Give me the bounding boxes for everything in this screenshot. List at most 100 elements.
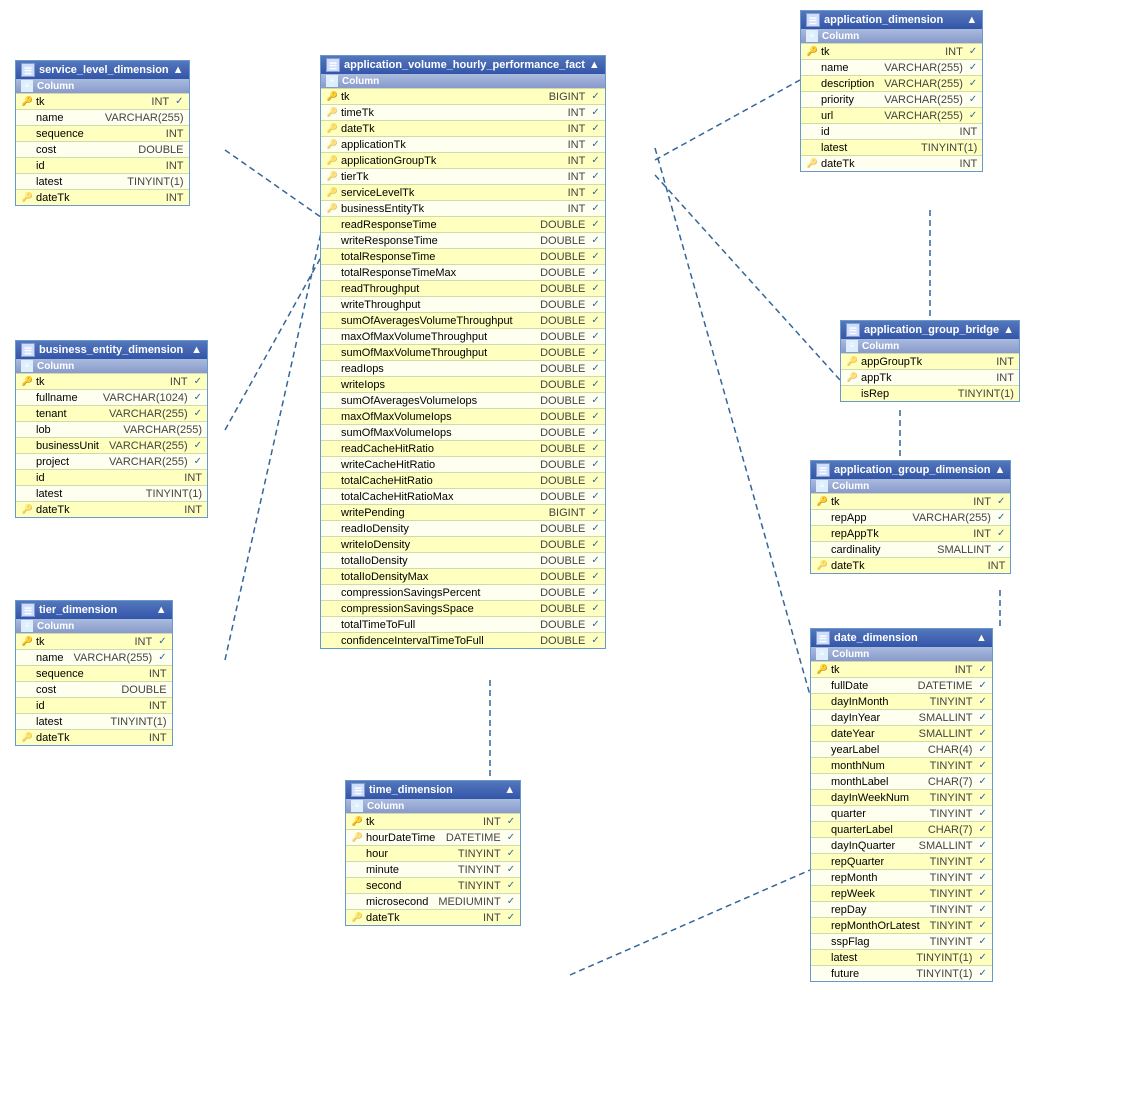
table-row: cardinalitySMALLINT✓ [811,541,1010,557]
column-type: INT [568,155,586,167]
column-section-header: ≡Column [346,799,520,813]
column-name: fullname [36,392,93,404]
column-type: DOUBLE [540,379,585,391]
check-mark-icon: ✓ [978,888,986,899]
column-name: tierTk [341,171,558,183]
column-type: TINYINT [930,760,973,772]
column-name: tk [821,46,935,58]
spacer-icon [326,602,339,615]
table-row: nameVARCHAR(255) [16,109,189,125]
spacer-icon [326,474,339,487]
column-section-header: ≡Column [811,647,992,661]
table-row: hourTINYINT✓ [346,845,520,861]
check-mark-icon: ✓ [997,528,1005,539]
column-type: DOUBLE [540,635,585,647]
table-row: readThroughputDOUBLE✓ [321,280,605,296]
column-type: TINYINT(1) [916,952,972,964]
sort-icon[interactable]: ▲ [994,464,1005,476]
column-name: tk [831,496,963,508]
column-type: TINYINT [930,872,973,884]
table-row: 🔑applicationGroupTkINT✓ [321,152,605,168]
column-type: INT [568,123,586,135]
column-section-icon: ≡ [21,360,33,372]
check-mark-icon: ✓ [591,395,599,406]
check-mark-icon: ✓ [507,864,515,875]
check-mark-icon: ✓ [591,603,599,614]
table-row: nameVARCHAR(255)✓ [16,649,172,665]
column-name: dayInMonth [831,696,920,708]
table-row: latestTINYINT(1) [801,139,982,155]
table-row: writeCacheHitRatioDOUBLE✓ [321,456,605,472]
table-row: 🔑tkINT✓ [346,813,520,829]
column-name: totalIoDensityMax [341,571,530,583]
sort-icon[interactable]: ▲ [966,14,977,26]
spacer-icon [21,111,34,124]
table-row: 🔑tkINT✓ [16,373,207,389]
foreign-key-icon: 🔑 [21,731,34,744]
check-mark-icon: ✓ [591,219,599,230]
table-service_level_dimension: ☰service_level_dimension▲≡Column🔑tkINT✓n… [15,60,190,206]
column-name: minute [366,864,448,876]
column-name: readIops [341,363,530,375]
column-name: cost [36,144,128,156]
column-name: id [36,160,156,172]
spacer-icon [816,903,829,916]
column-name: latest [821,142,911,154]
column-name: appTk [861,372,986,384]
table-row: 🔑dateTkINT [16,501,207,517]
table-row: idINT [16,469,207,485]
foreign-key-icon: 🔑 [816,559,829,572]
check-mark-icon: ✓ [978,664,986,675]
column-type: INT [483,912,501,924]
spacer-icon [21,127,34,140]
check-mark-icon: ✓ [591,475,599,486]
column-type: INT [568,107,586,119]
column-type: DOUBLE [540,555,585,567]
check-mark-icon: ✓ [969,94,977,105]
column-name: writeThroughput [341,299,530,311]
check-mark-icon: ✓ [969,78,977,89]
foreign-key-icon: 🔑 [326,154,339,167]
column-type: DOUBLE [540,411,585,423]
table-row: 🔑dateTkINT [801,155,982,171]
spacer-icon [21,699,34,712]
table-row: urlVARCHAR(255)✓ [801,107,982,123]
sort-icon[interactable]: ▲ [173,64,184,76]
column-type: DOUBLE [540,235,585,247]
sort-icon[interactable]: ▲ [191,344,202,356]
column-section-label: Column [37,621,74,632]
table-row: 🔑tkINT✓ [801,43,982,59]
spacer-icon [21,391,34,404]
column-section-header: ≡Column [16,359,207,373]
table-row: futureTINYINT(1)✓ [811,965,992,981]
foreign-key-icon: 🔑 [846,371,859,384]
sort-icon[interactable]: ▲ [589,59,600,71]
column-type: DOUBLE [540,283,585,295]
sort-icon[interactable]: ▲ [1003,324,1014,336]
table-row: idINT [801,123,982,139]
spacer-icon [806,61,819,74]
spacer-icon [326,250,339,263]
column-name: dateTk [36,732,139,744]
table-icon: ☰ [21,63,35,77]
column-name: yearLabel [831,744,918,756]
column-name: dateTk [36,504,174,516]
column-type: DOUBLE [540,603,585,615]
check-mark-icon: ✓ [978,808,986,819]
check-mark-icon: ✓ [978,840,986,851]
column-section-icon: ≡ [816,648,828,660]
check-mark-icon: ✓ [507,816,515,827]
column-type: DOUBLE [540,475,585,487]
table-row: businessUnitVARCHAR(255)✓ [16,437,207,453]
sort-icon[interactable]: ▲ [504,784,515,796]
column-name: writeResponseTime [341,235,530,247]
column-name: writeIops [341,379,530,391]
sort-icon[interactable]: ▲ [976,632,987,644]
check-mark-icon: ✓ [194,456,202,467]
column-name: repAppTk [831,528,963,540]
column-type: VARCHAR(255) [105,112,184,124]
column-name: id [36,472,174,484]
table-row: 🔑applicationTkINT✓ [321,136,605,152]
column-type: VARCHAR(255) [109,456,188,468]
sort-icon[interactable]: ▲ [156,604,167,616]
